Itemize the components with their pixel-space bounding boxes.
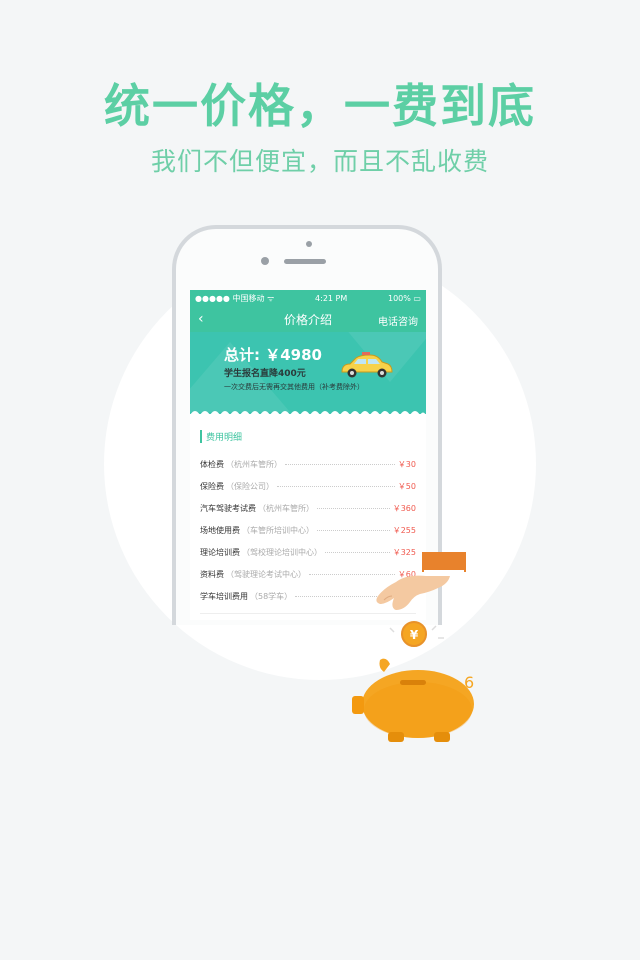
scallop-edge bbox=[190, 411, 426, 414]
hand-coin-icon: ¥ bbox=[376, 552, 466, 647]
fee-name: 学车培训费用 bbox=[200, 591, 248, 601]
student-discount: 学生报名直降400元 bbox=[224, 369, 306, 379]
coin-symbol: ¥ bbox=[410, 628, 419, 642]
front-camera bbox=[261, 257, 269, 265]
fee-name: 场地使用费 bbox=[200, 525, 240, 535]
piggy-bank-icon: 6 bbox=[352, 658, 474, 742]
fee-leader bbox=[285, 463, 395, 465]
fee-price: ￥255 bbox=[392, 525, 416, 535]
fee-name: 资料费 bbox=[200, 569, 224, 579]
nav-bar: ‹ 价格介绍 电话咨询 bbox=[190, 306, 426, 332]
carrier-label: ●●●●● 中国移动 ᯤ bbox=[195, 293, 275, 303]
fee-note: （杭州车管所） bbox=[258, 503, 314, 513]
fee-row: 场地使用费 （车管所培训中心） ￥255 bbox=[200, 519, 416, 541]
fee-price: ￥30 bbox=[397, 459, 416, 469]
fee-section-title: 费用明细 bbox=[200, 430, 416, 443]
headline: 统一价格，一费到底 bbox=[104, 79, 536, 133]
chevron-left-icon[interactable]: ‹ bbox=[198, 311, 204, 327]
fee-note: （保险公司） bbox=[226, 481, 274, 491]
fee-note: （杭州车管所） bbox=[226, 459, 282, 469]
fee-row: 体检费 （杭州车管所） ￥30 bbox=[200, 453, 416, 475]
phone-consult-button[interactable]: 电话咨询 bbox=[378, 313, 418, 328]
car-icon bbox=[341, 352, 393, 378]
speaker-grill bbox=[284, 259, 326, 264]
fee-note: （驾驶理论考试中心） bbox=[226, 569, 306, 579]
fee-note: （车管所培训中心） bbox=[242, 525, 314, 535]
fee-price: ￥50 bbox=[397, 481, 416, 491]
fee-price: ￥360 bbox=[392, 503, 416, 513]
fee-leader bbox=[277, 485, 395, 487]
status-bar: ●●●●● 中国移动 ᯤ 4:21 PM 100% ▭ bbox=[190, 290, 426, 306]
page-title: 价格介绍 bbox=[283, 312, 332, 327]
camera-dot bbox=[306, 241, 312, 247]
price-banner: 总计: ￥4980 学生报名直降400元 一次交费后无需再交其他费用（补考费除外… bbox=[190, 332, 426, 414]
fee-row: 保险费 （保险公司） ￥50 bbox=[200, 475, 416, 497]
fee-name: 保险费 bbox=[200, 481, 224, 491]
battery-label: 100% ▭ bbox=[388, 293, 421, 303]
fee-row: 汽车驾驶考试费 （杭州车管所） ￥360 bbox=[200, 497, 416, 519]
banner-note: 一次交费后无需再交其他费用（补考费除外） bbox=[224, 383, 364, 391]
pig-tail-mark: 6 bbox=[464, 673, 474, 692]
subline: 我们不但便宜，而且不乱收费 bbox=[150, 147, 489, 176]
status-time: 4:21 PM bbox=[315, 293, 348, 303]
fee-note: （58学车） bbox=[250, 591, 293, 601]
fee-name: 汽车驾驶考试费 bbox=[200, 503, 256, 513]
fee-name: 体检费 bbox=[200, 459, 224, 469]
fee-note: （驾校理论培训中心） bbox=[242, 547, 322, 557]
fee-name: 理论培训费 bbox=[200, 547, 240, 557]
total-price: 总计: ￥4980 bbox=[224, 346, 322, 364]
fee-leader bbox=[317, 529, 390, 531]
fee-leader bbox=[317, 507, 390, 509]
